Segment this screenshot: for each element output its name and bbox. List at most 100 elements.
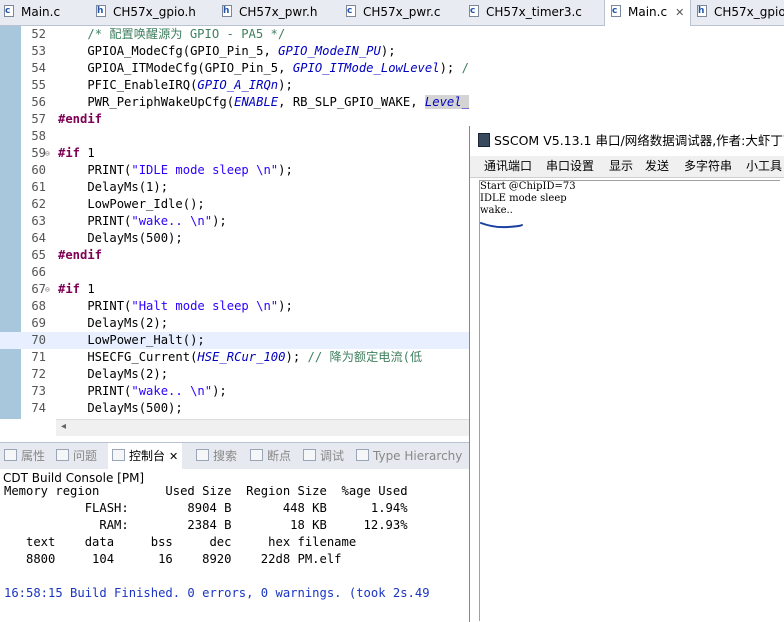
code-text[interactable]: PRINT("IDLE mode sleep \n"); [58,162,292,179]
scroll-left-icon[interactable]: ◂ [61,421,66,432]
line-number: 70 [31,333,46,347]
close-icon[interactable]: ✕ [675,6,684,19]
tab-main-c[interactable]: c Main.c [4,0,60,25]
console-line: FLASH: 8904 B 448 KB 1.94% [4,501,408,515]
code-line[interactable]: 60 PRINT("IDLE mode sleep \n"); [0,162,469,179]
code-text[interactable]: GPIOA_ITModeCfg(GPIO_Pin_5, GPIO_ITMode_… [58,60,469,77]
tab-search[interactable]: 搜索 [196,443,237,469]
tab-label: 属性 [21,449,46,463]
code-line[interactable]: 69 DelayMs(2); [0,315,469,332]
code-line[interactable]: 58 [0,128,469,145]
code-text[interactable]: #endif [58,111,102,128]
code-text[interactable]: DelayMs(1); [58,179,168,196]
code-line[interactable]: 73 PRINT("wake.. \n"); [0,383,469,400]
code-line[interactable]: 56 PWR_PeriphWakeUpCfg(ENABLE, RB_SLP_GP… [0,94,469,111]
code-line[interactable]: 61 DelayMs(1); [0,179,469,196]
tab-main-c-active[interactable]: c Main.c ✕ [604,0,692,26]
code-line[interactable]: 59 ⊖ #if 1 [0,145,469,162]
menu-tools[interactable]: 小工具 [746,156,782,177]
search-icon [196,449,209,461]
code-line[interactable]: 52 /* 配置唤醒源为 GPIO - PA5 */ [0,26,469,43]
tab-properties[interactable]: 属性 [4,443,45,469]
code-line[interactable]: 66 [0,264,469,281]
code-line[interactable]: 68 PRINT("Halt mode sleep \n"); [0,298,469,315]
line-number: 59 [31,146,46,160]
receive-area[interactable]: Start @ChipID=73 IDLE mode sleep wake.. [479,180,780,621]
tab-console[interactable]: 控制台 ✕ [108,443,183,469]
code-text[interactable]: GPIOA_ModeCfg(GPIO_Pin_5, GPIO_ModeIN_PU… [58,43,395,60]
tab-ch57x-gpio[interactable]: h CH57x_gpio [697,0,784,25]
code-text[interactable]: #if 1 [58,281,95,298]
code-line[interactable]: 72 DelayMs(2); [0,366,469,383]
menu-display[interactable]: 显示 [609,156,633,177]
code-text[interactable]: DelayMs(500); [58,230,182,247]
code-text[interactable]: #endif [58,247,102,264]
horizontal-scrollbar[interactable]: ◂ [56,419,469,436]
tab-ch57x-pwr-c[interactable]: c CH57x_pwr.c [346,0,440,25]
received-line: Start @ChipID=73 [480,181,576,192]
menu-send[interactable]: 发送 [645,156,669,177]
code-text[interactable]: PFIC_EnableIRQ(GPIO_A_IRQn); [58,77,292,94]
line-number: 63 [31,214,46,228]
code-line[interactable]: 54 GPIOA_ITModeCfg(GPIO_Pin_5, GPIO_ITMo… [0,60,469,77]
tab-label: CH57x_gpio.h [113,5,196,19]
tab-breakpoints[interactable]: 断点 [250,443,291,469]
code-line[interactable]: 53 GPIOA_ModeCfg(GPIO_Pin_5, GPIO_ModeIN… [0,43,469,60]
tab-label: 控制台 [129,449,166,463]
menu-multi-string[interactable]: 多字符串 [684,156,732,177]
tab-label: 问题 [73,449,98,463]
problems-icon [56,449,69,461]
sscom-title-bar[interactable]: SSCOM V5.13.1 串口/网络数据调试器,作者:大虾丁丁 [470,126,784,156]
tab-ch57x-gpio-h[interactable]: h CH57x_gpio.h [96,0,196,25]
tab-ch57x-timer3-c[interactable]: c CH57x_timer3.c [469,0,582,25]
breakpoints-icon [250,449,263,461]
build-console[interactable]: Memory region Used Size Region Size %age… [0,486,469,622]
fold-toggle-icon[interactable]: ⊖ [45,281,50,298]
console-line: 16:58:15 Build Finished. 0 errors, 0 war… [4,586,430,600]
tab-ch57x-pwr-h[interactable]: h CH57x_pwr.h [222,0,317,25]
line-number: 69 [31,316,46,330]
line-number: 52 [31,27,46,41]
code-text[interactable]: PRINT("Halt mode sleep \n"); [58,298,292,315]
menu-serial-settings[interactable]: 串口设置 [546,156,594,177]
code-text[interactable]: PRINT("wake.. \n"); [58,213,226,230]
sscom-app-icon [478,133,490,147]
code-line[interactable]: 70 LowPower_Halt(); [0,332,469,349]
code-text[interactable]: /* 配置唤醒源为 GPIO - PA5 */ [58,26,285,43]
code-line[interactable]: 62 LowPower_Idle(); [0,196,469,213]
code-text[interactable]: DelayMs(500); [58,400,182,417]
code-line[interactable]: 71 HSECFG_Current(HSE_RCur_100); // 降为额定… [0,349,469,366]
code-text[interactable]: PRINT("wake.. \n"); [58,383,226,400]
code-line[interactable]: 64 DelayMs(500); [0,230,469,247]
code-text[interactable]: DelayMs(2); [58,366,168,383]
code-text[interactable]: LowPower_Halt(); [58,332,204,349]
menu-comm-port[interactable]: 通讯端口 [484,156,532,177]
code-text[interactable]: #if 1 [58,145,95,162]
line-number: 68 [31,299,46,313]
tab-debug[interactable]: 调试 [303,443,344,469]
code-line[interactable]: 55 PFIC_EnableIRQ(GPIO_A_IRQn); [0,77,469,94]
close-icon[interactable]: ✕ [169,450,178,463]
type-hierarchy-icon [356,449,369,461]
console-title: CDT Build Console [PM] [3,471,145,485]
code-text[interactable]: DelayMs(2); [58,315,168,332]
code-text[interactable]: PWR_PeriphWakeUpCfg(ENABLE, RB_SLP_GPIO_… [58,94,469,111]
code-line[interactable]: 63 PRINT("wake.. \n"); [0,213,469,230]
code-text[interactable]: HSECFG_Current(HSE_RCur_100); // 降为额定电流(… [58,349,422,366]
console-line: Memory region Used Size Region Size %age… [4,486,408,498]
c-source-file-icon: c [346,5,358,18]
editor-tab-bar: c Main.c h CH57x_gpio.h h CH57x_pwr.h c CH57… [0,0,784,26]
code-text[interactable]: LowPower_Idle(); [58,196,204,213]
sscom-window[interactable]: SSCOM V5.13.1 串口/网络数据调试器,作者:大虾丁丁 通讯端口 串口… [469,126,784,622]
console-line: 8800 104 16 8920 22d8 PM.elf [4,552,342,566]
tab-problems[interactable]: 问题 [56,443,97,469]
sscom-menu-bar: 通讯端口 串口设置 显示 发送 多字符串 小工具 [470,156,784,178]
tab-type-hierarchy[interactable]: Type Hierarchy [356,443,462,469]
code-editor[interactable]: 52 /* 配置唤醒源为 GPIO - PA5 */53 GPIOA_ModeC… [0,26,469,419]
tab-label: CH57x_gpio [714,5,784,19]
code-line[interactable]: 57 #endif [0,111,469,128]
code-line[interactable]: 65 #endif [0,247,469,264]
code-line[interactable]: 67 ⊖ #if 1 [0,281,469,298]
fold-toggle-icon[interactable]: ⊖ [45,145,50,162]
code-line[interactable]: 74 DelayMs(500); [0,400,469,417]
